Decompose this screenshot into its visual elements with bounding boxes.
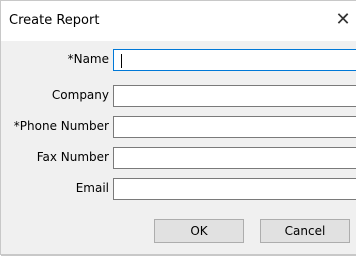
name-row: *Name [1,49,356,71]
email-input[interactable] [113,178,356,200]
ok-button[interactable]: OK [154,219,244,243]
text-caret [121,54,122,68]
title-bar: Create Report ✕ [1,1,356,41]
fax-row: Fax Number [1,147,356,169]
fax-label: Fax Number [36,150,109,164]
phone-label: *Phone Number [13,119,109,133]
dialog-title: Create Report [9,13,100,28]
email-label: Email [75,181,109,195]
fax-input[interactable] [113,147,356,169]
cancel-button[interactable]: Cancel [260,219,350,243]
phone-row: *Phone Number [1,116,356,138]
create-report-dialog: Create Report ✕ *Name Company *Phone Num… [0,0,356,256]
name-label: *Name [67,52,109,66]
company-label: Company [51,88,109,102]
company-row: Company [1,85,356,107]
phone-input[interactable] [113,116,356,138]
company-input[interactable] [113,85,356,107]
name-input[interactable] [113,49,356,71]
close-icon[interactable]: ✕ [333,10,353,30]
email-row: Email [1,178,356,200]
